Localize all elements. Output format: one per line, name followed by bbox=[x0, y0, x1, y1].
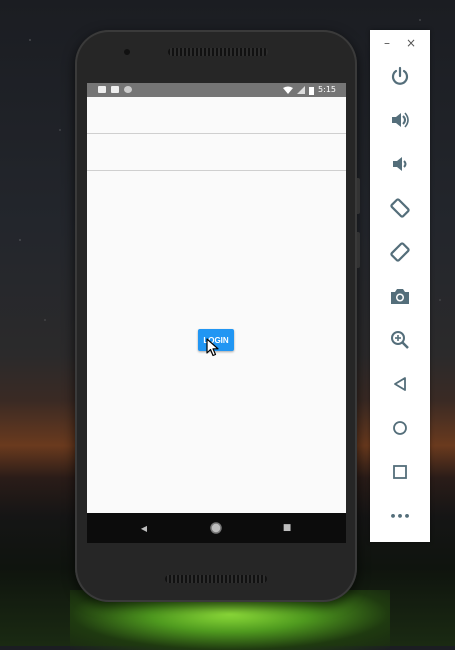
android-nav-bar: ◀ ■ bbox=[87, 513, 346, 543]
nav-recents-icon: ■ bbox=[282, 523, 292, 533]
close-button[interactable]: × bbox=[406, 36, 416, 50]
minimize-button[interactable]: – bbox=[384, 36, 390, 50]
sd-card-icon bbox=[111, 86, 119, 93]
volume-up-button[interactable] bbox=[384, 104, 416, 136]
screenshot-button[interactable] bbox=[384, 280, 416, 312]
password-field[interactable] bbox=[87, 134, 346, 171]
rotate-right-button[interactable] bbox=[384, 236, 416, 268]
front-camera bbox=[124, 49, 130, 55]
volume-up-icon bbox=[392, 112, 409, 128]
username-input[interactable] bbox=[87, 97, 346, 133]
signal-icon bbox=[297, 86, 306, 94]
more-button[interactable]: ••• bbox=[384, 500, 416, 532]
nav-home-icon bbox=[210, 522, 222, 534]
battery-icon bbox=[309, 86, 315, 95]
camera-icon bbox=[391, 289, 409, 304]
volume-down-icon bbox=[393, 157, 407, 171]
zoom-button[interactable] bbox=[384, 324, 416, 356]
top-speaker bbox=[168, 48, 268, 56]
side-volume-button bbox=[357, 232, 360, 268]
device-screen: 5:15 LOGIN bbox=[87, 83, 346, 543]
username-field[interactable] bbox=[87, 97, 346, 134]
power-button[interactable] bbox=[384, 60, 416, 92]
nav-recents-button[interactable]: ■ bbox=[277, 513, 297, 543]
wifi-icon bbox=[283, 86, 294, 94]
status-time: 5:15 bbox=[318, 85, 336, 94]
home-icon bbox=[393, 421, 407, 435]
volume-down-button[interactable] bbox=[384, 148, 416, 180]
overview-button[interactable] bbox=[384, 456, 416, 488]
more-icon: ••• bbox=[389, 509, 411, 523]
sync-icon bbox=[124, 86, 132, 93]
zoom-icon bbox=[391, 331, 409, 349]
nav-home-button[interactable] bbox=[206, 513, 226, 543]
toolbar-window-controls: – × bbox=[370, 30, 430, 58]
notification-icons bbox=[98, 86, 132, 93]
gmail-icon bbox=[98, 86, 106, 93]
nav-back-icon: ◀ bbox=[140, 523, 148, 533]
system-icons: 5:15 bbox=[283, 83, 336, 97]
nav-back-button[interactable]: ◀ bbox=[134, 513, 154, 543]
password-input[interactable] bbox=[87, 134, 346, 170]
overview-icon bbox=[393, 465, 407, 479]
emulator-toolbar: – × ••• bbox=[370, 30, 430, 542]
side-power-button bbox=[357, 178, 360, 214]
bottom-speaker bbox=[165, 575, 267, 583]
rotate-right-icon bbox=[390, 242, 410, 262]
rotate-left-icon bbox=[390, 198, 410, 218]
back-icon bbox=[394, 377, 406, 391]
status-bar: 5:15 bbox=[87, 83, 346, 97]
home-button[interactable] bbox=[384, 412, 416, 444]
rotate-left-button[interactable] bbox=[384, 192, 416, 224]
power-icon bbox=[391, 66, 409, 85]
mouse-cursor-icon bbox=[206, 338, 219, 357]
back-button[interactable] bbox=[384, 368, 416, 400]
